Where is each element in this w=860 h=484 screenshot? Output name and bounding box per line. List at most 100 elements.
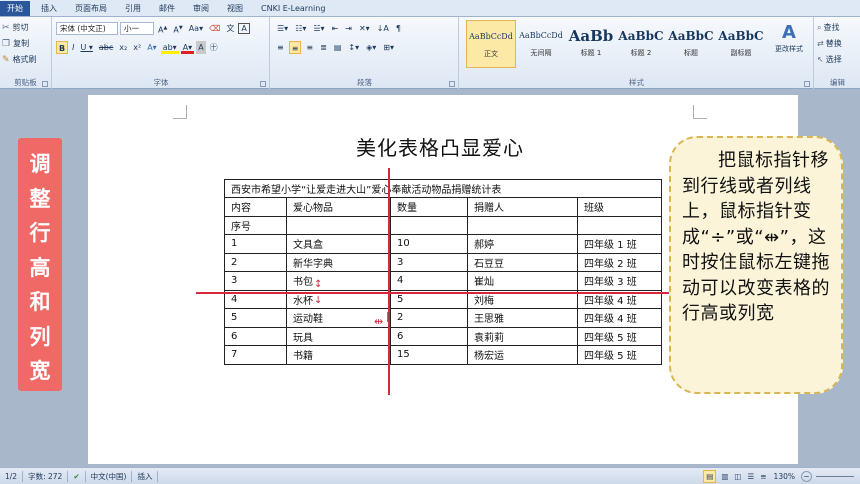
zoom-level[interactable]: 130% <box>772 471 797 482</box>
shading-icon[interactable]: ◈▾ <box>364 41 378 54</box>
font-color-icon[interactable]: A▾ <box>180 41 195 54</box>
table-cell[interactable] <box>286 215 391 235</box>
font-name-select[interactable]: 宋体 (中文正) <box>56 22 118 35</box>
style-normal[interactable]: AaBbCcDd 正文 <box>466 20 516 68</box>
table-cell[interactable]: 杨宏运 <box>467 345 578 365</box>
table-cell[interactable]: 四年级 1 班 <box>577 234 662 254</box>
table-cell[interactable]: 玩具 <box>286 326 391 346</box>
print-layout-icon[interactable]: ▤ <box>703 470 717 483</box>
full-screen-icon[interactable]: ▥ <box>720 471 729 482</box>
bullets-icon[interactable]: ☰▾ <box>275 22 290 35</box>
donation-table[interactable]: 西安市希望小学“让爱走进大山”爱心奉献活动物品捐赠统计表 内容 爱心物品 数量 … <box>224 179 662 365</box>
align-left-icon[interactable]: ≡ <box>275 41 286 54</box>
table-cell[interactable]: 文具盒 <box>286 234 391 254</box>
line-spacing-icon[interactable]: ↕▾ <box>346 41 361 54</box>
table-cell[interactable]: 6 <box>224 326 287 346</box>
table-cell[interactable]: 四年级 4 班 <box>577 308 662 328</box>
table-cell[interactable]: 书包 <box>286 271 391 291</box>
phonetic-guide-icon[interactable]: 文 <box>224 22 236 35</box>
table-header-cell[interactable]: 内容 <box>224 197 287 217</box>
table-cell[interactable]: 书籍 <box>286 345 391 365</box>
table-cell[interactable]: 2 <box>224 252 287 272</box>
tab-insert[interactable]: 插入 <box>32 1 66 16</box>
table-cell[interactable]: 四年级 5 班 <box>577 345 662 365</box>
underline-icon[interactable]: U ▾ <box>78 41 94 54</box>
char-border-icon[interactable]: A <box>238 23 250 34</box>
zoom-slider[interactable] <box>816 476 854 477</box>
table-cell[interactable]: 5 <box>224 308 287 328</box>
chinese-layout-icon[interactable]: ✕▾ <box>357 22 372 35</box>
table-cell[interactable]: 崔灿 <box>467 271 578 291</box>
table-header-cell[interactable]: 爱心物品 <box>286 197 391 217</box>
table-cell[interactable]: 3 <box>390 252 468 272</box>
paragraph-expand-icon[interactable] <box>449 81 455 87</box>
table-cell[interactable]: 王思雅 <box>467 308 578 328</box>
align-center-icon[interactable]: ≡ <box>288 41 302 54</box>
table-cell[interactable]: 四年级 5 班 <box>577 326 662 346</box>
clear-format-icon[interactable]: ⌫ <box>207 22 222 35</box>
subscript-icon[interactable]: x₂ <box>117 41 129 54</box>
style-heading-2[interactable]: AaBbC 标题 2 <box>616 20 666 68</box>
table-cell[interactable] <box>577 215 662 235</box>
style-subtitle[interactable]: AaBbC 副标题 <box>716 20 766 68</box>
table-cell[interactable]: 7 <box>224 345 287 365</box>
decrease-indent-icon[interactable]: ⇤ <box>330 22 341 35</box>
table-caption[interactable]: 西安市希望小学“让爱走进大山”爱心奉献活动物品捐赠统计表 <box>224 179 662 198</box>
cut-button[interactable]: ✂ 剪切 <box>2 22 29 33</box>
shrink-font-icon[interactable]: A▼ <box>171 22 184 35</box>
outline-icon[interactable]: ☰ <box>747 471 756 482</box>
tab-references[interactable]: 引用 <box>116 1 150 16</box>
tab-page-layout[interactable]: 页面布局 <box>66 1 116 16</box>
tab-review[interactable]: 审阅 <box>184 1 218 16</box>
align-right-icon[interactable]: ≡ <box>304 41 315 54</box>
table-cell[interactable]: 2 <box>390 308 468 328</box>
table-header-cell[interactable]: 捐赠人 <box>467 197 578 217</box>
text-effects-icon[interactable]: A▾ <box>145 41 159 54</box>
table-cell[interactable]: 四年级 3 班 <box>577 271 662 291</box>
table-cell[interactable] <box>390 215 468 235</box>
font-size-select[interactable]: 小一 <box>120 22 154 35</box>
font-expand-icon[interactable] <box>260 81 266 87</box>
tab-view[interactable]: 视图 <box>218 1 252 16</box>
copy-button[interactable]: ❐ 复制 <box>2 38 29 49</box>
style-heading-1[interactable]: AaBb 标题 1 <box>566 20 616 68</box>
language-indicator[interactable]: 中文(中国) <box>86 470 133 482</box>
draft-icon[interactable]: ≡ <box>759 471 767 482</box>
change-case-icon[interactable]: Aa▾ <box>187 22 205 35</box>
table-cell[interactable]: 新华字典 <box>286 252 391 272</box>
table-header-cell[interactable]: 数量 <box>390 197 468 217</box>
insert-mode[interactable]: 插入 <box>132 470 159 482</box>
superscript-icon[interactable]: x² <box>131 41 143 54</box>
select-button[interactable]: ↖ 选择 <box>817 54 842 65</box>
table-cell[interactable] <box>467 215 578 235</box>
table-cell[interactable]: 1 <box>224 234 287 254</box>
format-painter-button[interactable]: ✎ 格式刷 <box>2 54 37 65</box>
table-cell[interactable]: 四年级 2 班 <box>577 252 662 272</box>
italic-icon[interactable]: I <box>70 41 76 54</box>
justify-icon[interactable]: ≣ <box>318 41 329 54</box>
borders-icon[interactable]: ⊞▾ <box>381 41 396 54</box>
table-cell[interactable]: 6 <box>390 326 468 346</box>
strikethrough-icon[interactable]: abc <box>97 41 115 54</box>
find-button[interactable]: ⌕ 查找 <box>817 22 839 33</box>
increase-indent-icon[interactable]: ⇥ <box>343 22 354 35</box>
grow-font-icon[interactable]: A▲ <box>156 22 169 35</box>
style-title[interactable]: AaBbC 标题 <box>666 20 716 68</box>
web-layout-icon[interactable]: ◫ <box>733 471 742 482</box>
table-header-cell[interactable]: 班级 <box>577 197 662 217</box>
highlight-icon[interactable]: ab▾ <box>160 41 179 54</box>
numbering-icon[interactable]: ☷▾ <box>293 22 308 35</box>
clipboard-expand-icon[interactable] <box>42 81 48 87</box>
proofing-icon[interactable]: ✔ <box>68 470 86 482</box>
table-cell[interactable]: 袁莉莉 <box>467 326 578 346</box>
table-cell[interactable]: 郝婷 <box>467 234 578 254</box>
enclose-char-icon[interactable]: ㊉ <box>208 41 220 54</box>
sort-icon[interactable]: ↓A <box>375 22 391 35</box>
page-count[interactable]: 1/2 <box>0 470 24 482</box>
multilevel-list-icon[interactable]: ☱▾ <box>311 22 326 35</box>
char-shading-icon[interactable]: A <box>196 41 206 54</box>
replace-button[interactable]: ⇄ 替换 <box>817 38 842 49</box>
table-cell[interactable]: 10 <box>390 234 468 254</box>
tab-cnki[interactable]: CNKI E-Learning <box>252 1 334 16</box>
table-cell[interactable]: 3 <box>224 271 287 291</box>
